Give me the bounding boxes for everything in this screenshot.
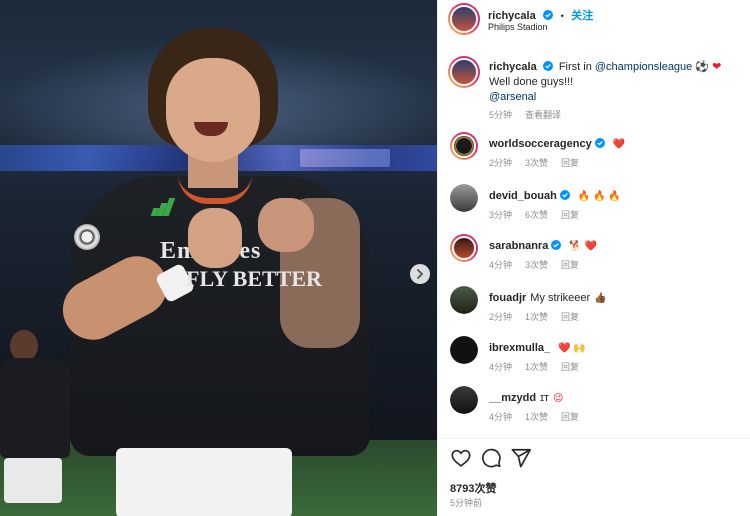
comment-meta: 4分钟 1次赞 回复 xyxy=(489,360,592,373)
comment-like-count[interactable]: 3次赞 xyxy=(525,158,548,168)
verified-badge-icon xyxy=(542,61,553,71)
commenter-username[interactable]: sarabnanra xyxy=(489,240,548,252)
comment-meta: 4分钟 3次赞 回复 xyxy=(489,258,592,271)
player-shorts xyxy=(116,448,292,516)
comment-like-count[interactable]: 1次赞 xyxy=(525,312,548,322)
commenter-username[interactable]: ibrexmulla_ xyxy=(489,342,550,354)
verified-badge-icon xyxy=(559,190,570,200)
comment-text: My strikeeer xyxy=(530,292,591,304)
post-header: richycala • 关注 Philips Stadion xyxy=(438,0,750,46)
like-count[interactable]: 8793次赞 xyxy=(450,480,496,496)
commenter-avatar[interactable] xyxy=(450,286,478,314)
verified-badge-icon xyxy=(551,240,562,250)
commenter-avatar[interactable] xyxy=(450,386,478,414)
adidas-logo xyxy=(150,198,176,216)
post-side-panel: richycala • 关注 Philips Stadion richycala… xyxy=(437,0,750,516)
comment-time: 3分钟 xyxy=(489,210,513,220)
translate-button[interactable]: 查看翻译 xyxy=(525,110,561,120)
follow-button[interactable]: 关注 xyxy=(571,10,593,22)
comment-emoji: ❤️ xyxy=(612,139,626,150)
paper-plane-icon[interactable] xyxy=(510,447,532,469)
comment-time: 4分钟 xyxy=(489,412,513,422)
comment-like-count[interactable]: 6次赞 xyxy=(525,210,548,220)
soccer-ball-icon: ⚽ xyxy=(695,61,710,73)
comment-item: worldsocceragency ❤️ 2分钟 3次赞 回复 xyxy=(438,132,750,178)
caption-time: 5分钟 xyxy=(489,110,513,120)
comment-item: __mzydd ɪᴛ 😉 4分钟 1次赞 回复 xyxy=(438,386,750,432)
author-avatar[interactable] xyxy=(448,3,480,35)
author-username[interactable]: richycala xyxy=(488,10,536,22)
caption-line-2: Well done guys!!! xyxy=(489,76,574,88)
post-caption: richycala First in @championsleague ⚽ ❤ … xyxy=(438,56,750,126)
reply-button[interactable]: 回复 xyxy=(561,260,579,270)
chevron-right-icon xyxy=(417,269,423,279)
verified-badge-icon xyxy=(594,138,605,148)
commenter-avatar[interactable] xyxy=(450,234,478,262)
caption-text: First in xyxy=(558,61,595,73)
post-timestamp: 5分钟前 xyxy=(450,498,483,508)
comment-time: 4分钟 xyxy=(489,362,513,372)
comment-emoji: 😉 xyxy=(553,393,564,404)
reply-button[interactable]: 回复 xyxy=(561,412,579,422)
caption-avatar[interactable] xyxy=(448,56,480,88)
comment-item: devid_bouah 🔥 🔥 🔥 3分钟 6次赞 回复 xyxy=(438,184,750,230)
comment-icon[interactable] xyxy=(480,447,502,469)
comment-emoji: ❤️ 🙌 xyxy=(558,343,586,354)
champions-league-badge xyxy=(74,224,100,250)
comment-meta: 3分钟 6次赞 回复 xyxy=(489,208,592,221)
reply-button[interactable]: 回复 xyxy=(561,158,579,168)
shirt-sponsor-tagline: FLY BETTER xyxy=(186,266,322,291)
commenter-username[interactable]: fouadjr xyxy=(489,292,526,304)
heart-icon[interactable] xyxy=(450,447,472,469)
reply-button[interactable]: 回复 xyxy=(561,210,579,220)
caption-username[interactable]: richycala xyxy=(489,61,537,73)
post-location[interactable]: Philips Stadion xyxy=(488,22,548,32)
comment-like-count[interactable]: 1次赞 xyxy=(525,362,548,372)
commenter-username[interactable]: devid_bouah xyxy=(489,190,557,202)
comment-like-count[interactable]: 1次赞 xyxy=(525,412,548,422)
commenter-avatar[interactable] xyxy=(450,184,478,212)
reply-button[interactable]: 回复 xyxy=(561,312,579,322)
commenter-username[interactable]: __mzydd xyxy=(489,392,536,404)
comment-time: 2分钟 xyxy=(489,312,513,322)
comment-emoji: 👍🏾 xyxy=(594,293,607,304)
reply-button[interactable]: 回复 xyxy=(561,362,579,372)
comment-text: ɪᴛ xyxy=(540,392,550,404)
caption-meta: 5分钟 查看翻译 xyxy=(489,108,574,121)
verified-badge-icon xyxy=(543,10,554,20)
comment-like-count[interactable]: 3次赞 xyxy=(525,260,548,270)
separator-dot: • xyxy=(560,11,564,21)
comment-item: fouadjr My strikeeer 👍🏾 2分钟 1次赞 回复 xyxy=(438,286,750,332)
comment-item: sarabnanra 🐕 ❤️ 4分钟 3次赞 回复 xyxy=(438,234,750,280)
next-image-button[interactable] xyxy=(410,264,430,284)
comment-emoji: 🔥 🔥 🔥 xyxy=(577,191,621,202)
heart-emoji-icon: ❤ xyxy=(712,61,722,73)
player-face xyxy=(166,58,260,162)
comment-emoji: 🐕 ❤️ xyxy=(569,241,597,252)
comment-time: 2分钟 xyxy=(489,158,513,168)
mention-arsenal[interactable]: @arsenal xyxy=(489,91,536,103)
commenter-username[interactable]: worldsocceragency xyxy=(489,138,592,150)
comment-meta: 2分钟 1次赞 回复 xyxy=(489,310,592,323)
commenter-avatar[interactable] xyxy=(450,336,478,364)
comment-time: 4分钟 xyxy=(489,260,513,270)
main-player: Emirates FLY BETTER xyxy=(52,28,390,516)
comment-meta: 2分钟 3次赞 回复 xyxy=(489,156,592,169)
comment-item: ibrexmulla_ ❤️ 🙌 4分钟 1次赞 回复 xyxy=(438,336,750,382)
comment-meta: 4分钟 1次赞 回复 xyxy=(489,410,592,423)
mention-championsleague[interactable]: @championsleague xyxy=(595,61,692,73)
post-actions xyxy=(438,438,750,478)
post-photo: Emirates FLY BETTER xyxy=(0,0,437,516)
commenter-avatar[interactable] xyxy=(450,132,478,160)
